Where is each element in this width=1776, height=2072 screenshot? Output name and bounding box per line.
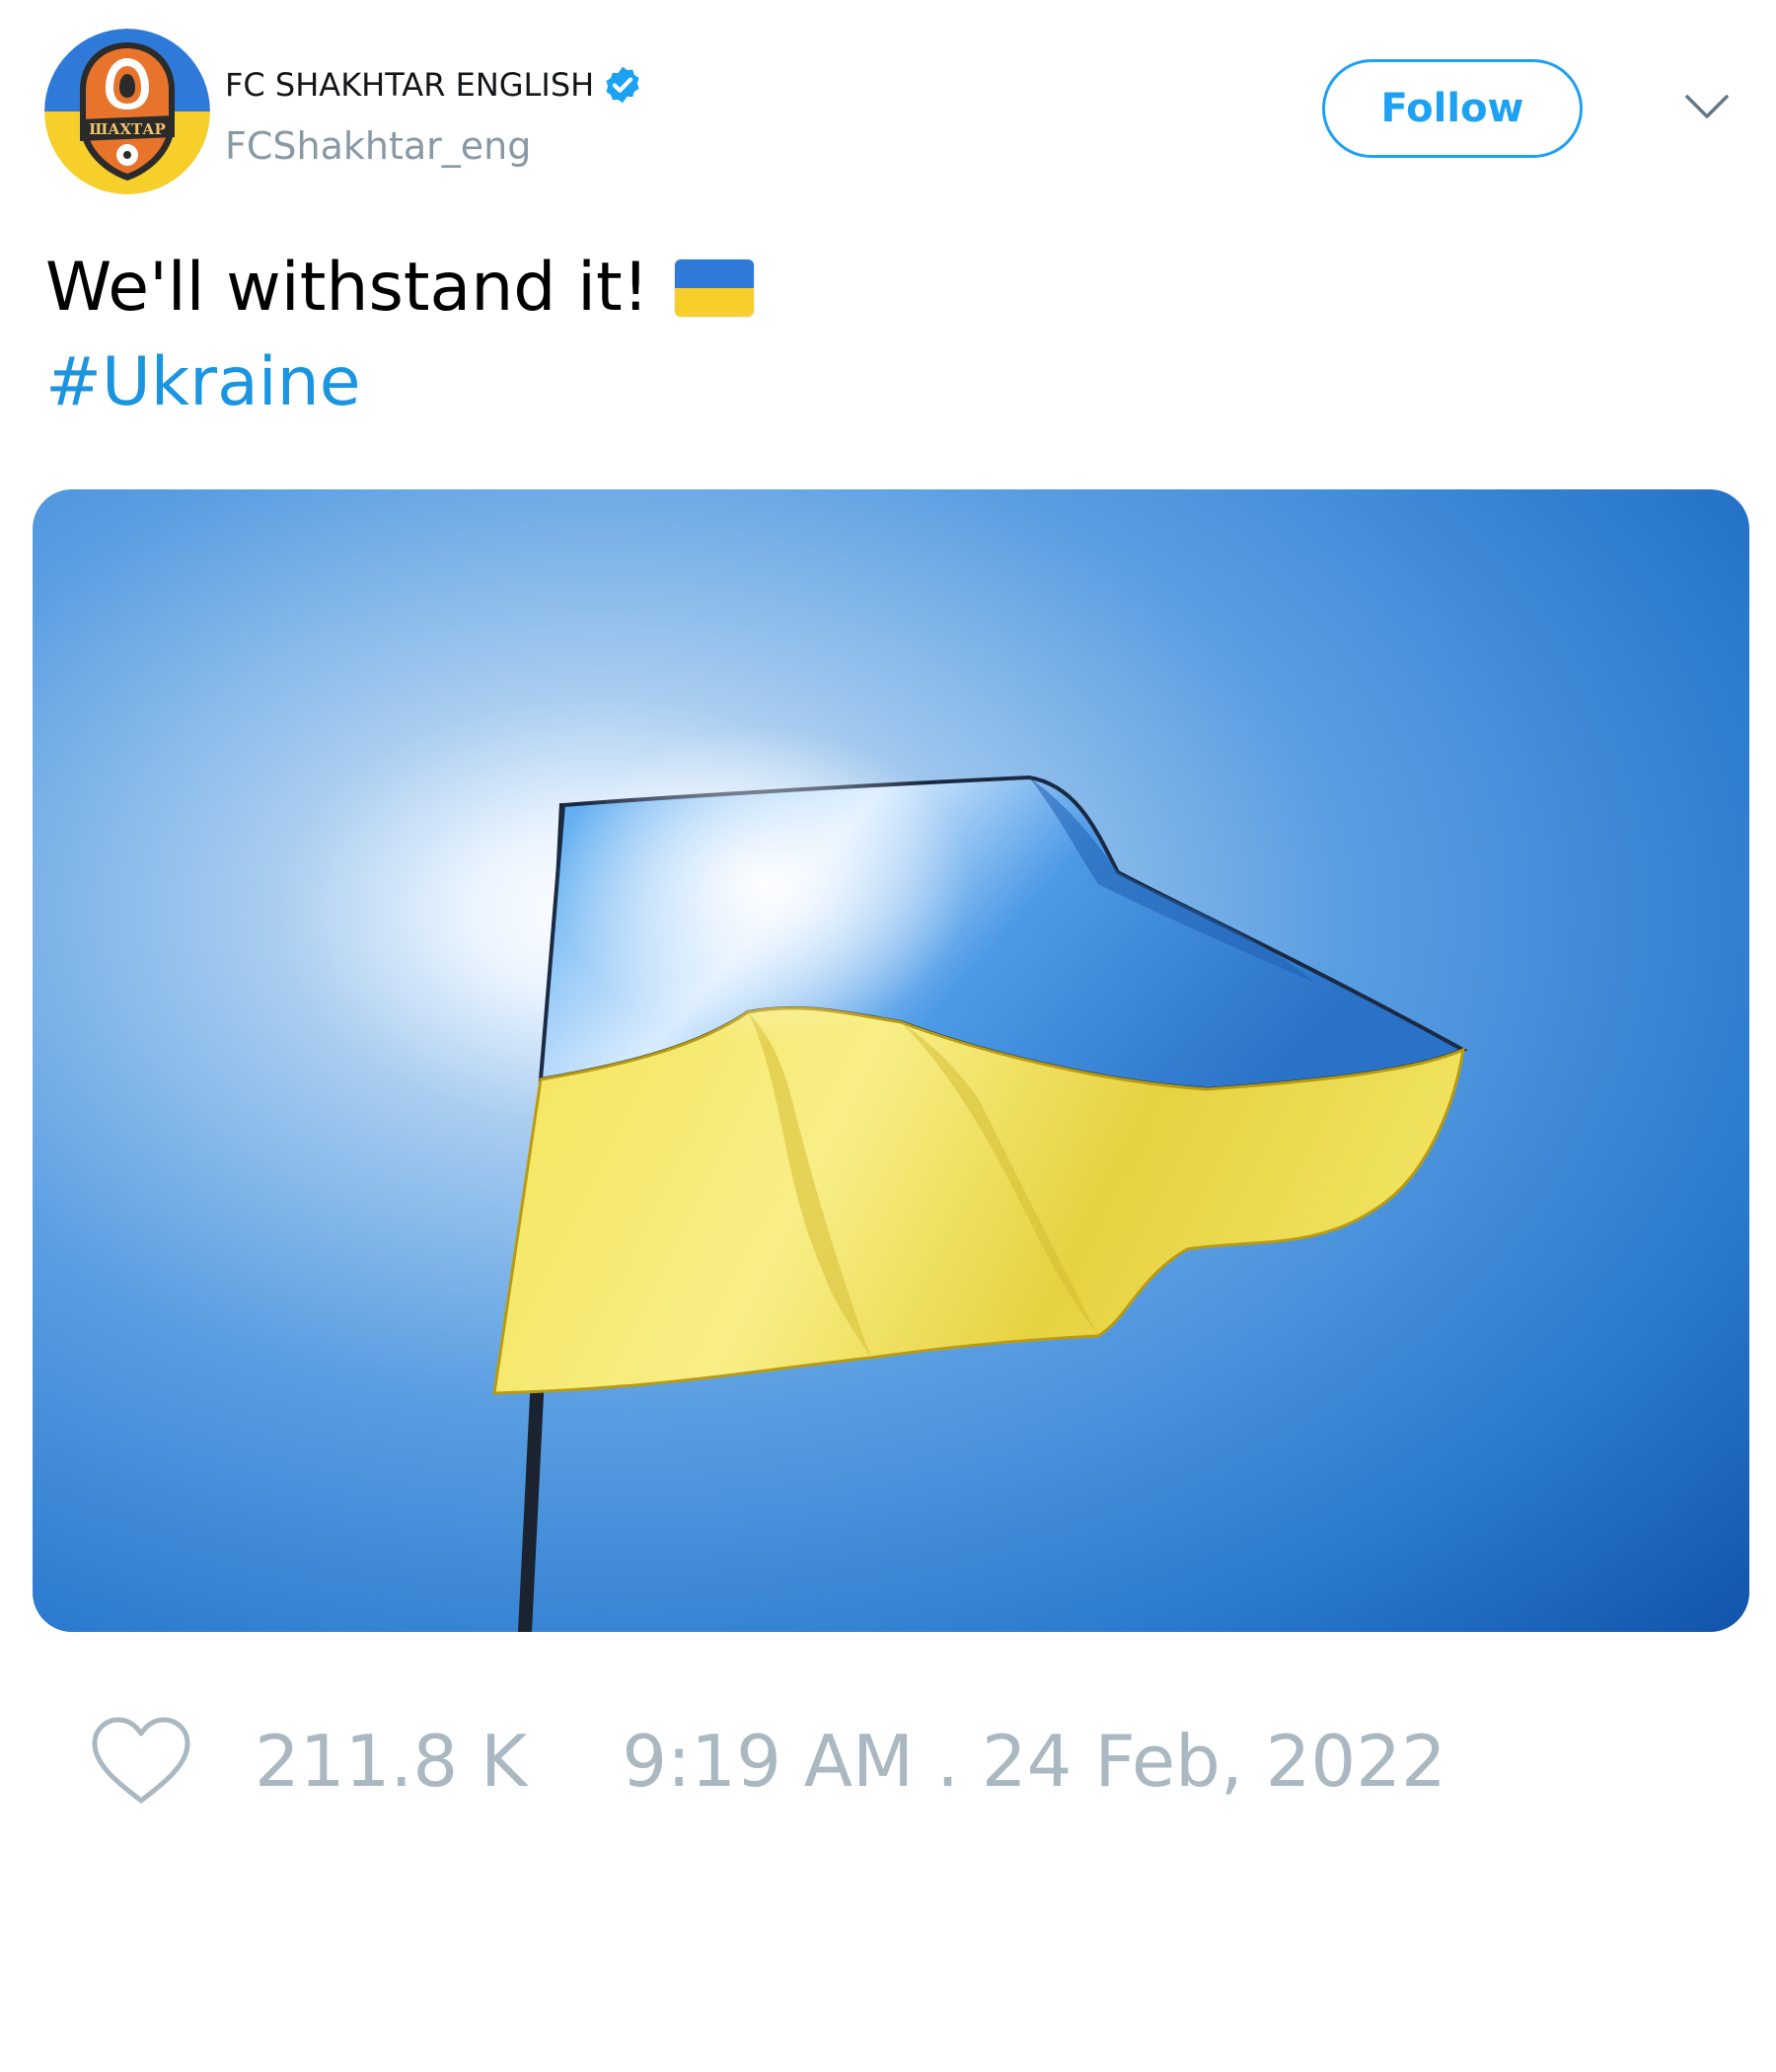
like-count: 211.8 K	[255, 1720, 528, 1803]
hashtag-link[interactable]: #Ukraine	[45, 341, 361, 424]
avatar[interactable]: ШАХТАР	[44, 29, 210, 194]
ukraine-flag-photo-icon	[33, 489, 1749, 1632]
chevron-down-icon[interactable]	[1683, 89, 1731, 124]
account-handle[interactable]: FCShakhtar_eng	[225, 124, 531, 168]
verified-badge-icon	[606, 66, 639, 104]
follow-button[interactable]: Follow	[1322, 59, 1583, 158]
tweet-media-image[interactable]	[33, 489, 1749, 1632]
display-name[interactable]: FC SHAKHTAR ENGLISH	[225, 66, 594, 104]
shakhtar-crest-icon: ШАХТАР	[44, 29, 210, 194]
tweet-body: We'll withstand it!	[45, 249, 649, 327]
heart-icon[interactable]	[89, 1714, 193, 1809]
svg-text:ШАХТАР: ШАХТАР	[89, 120, 166, 138]
account-name-row[interactable]: FC SHAKHTAR ENGLISH	[225, 61, 643, 109]
tweet-text: We'll withstand it!	[45, 247, 754, 330]
tweet-timestamp[interactable]: 9:19 AM . 24 Feb, 2022	[622, 1720, 1446, 1803]
ukraine-flag-emoji-icon	[674, 259, 754, 317]
tweet-footer: 211.8 K 9:19 AM . 24 Feb, 2022	[89, 1717, 1446, 1806]
